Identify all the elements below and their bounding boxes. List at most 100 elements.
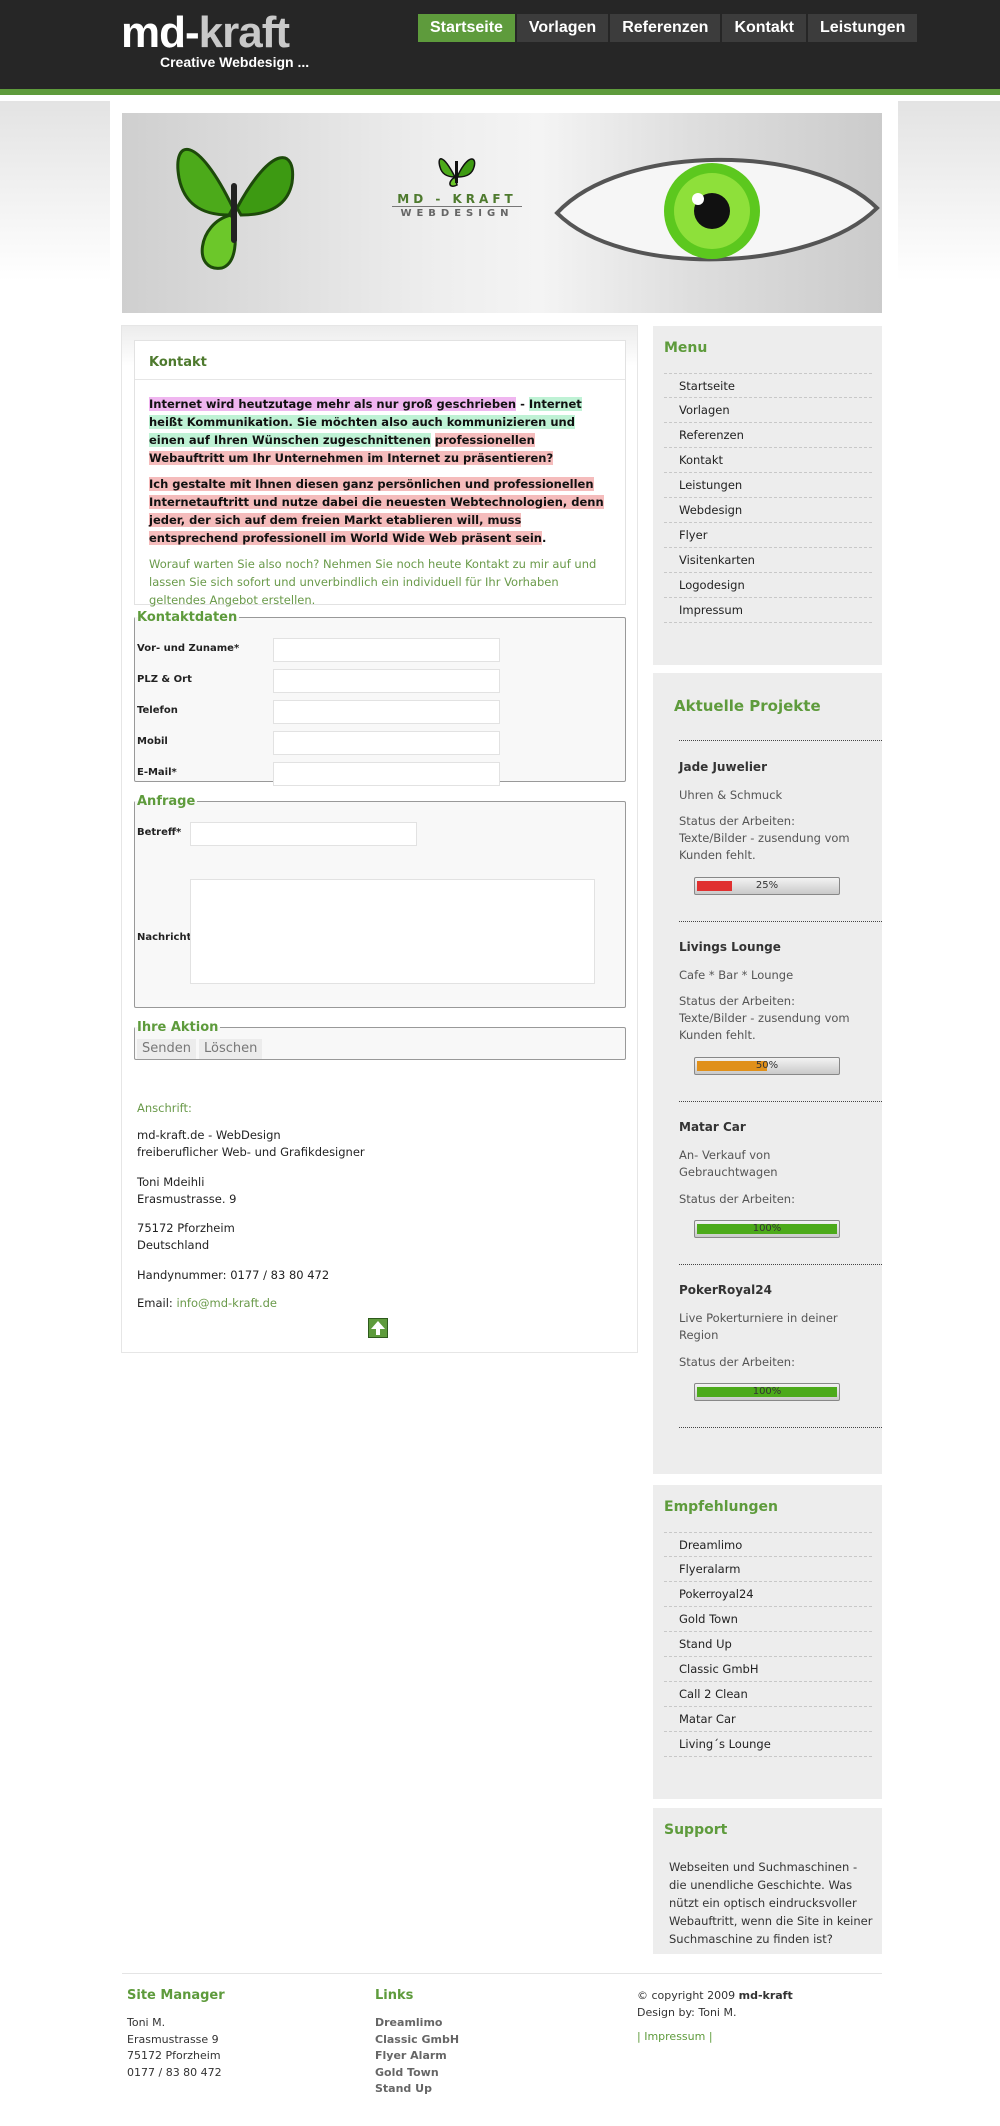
menu-item-logodesign[interactable]: Logodesign [664, 573, 872, 598]
nachricht-label: Nachricht* [137, 932, 197, 943]
menu-item-webdesign[interactable]: Webdesign [664, 498, 872, 523]
progress-percent: 25% [755, 880, 779, 891]
project-progress-bar: 50% [694, 1057, 840, 1075]
header-banner: MD - KRAFT WEBDESIGN [122, 113, 882, 313]
emp-item[interactable]: Pokerroyal24 [664, 1582, 872, 1607]
menu-item-kontakt[interactable]: Kontakt [664, 448, 872, 473]
copyright-brand: md-kraft [738, 1989, 793, 2002]
footer-impressum-link[interactable]: | Impressum | [637, 2029, 793, 2046]
telefon-input[interactable] [273, 700, 500, 724]
betreff-input[interactable] [190, 822, 417, 846]
progress-percent: 100% [752, 1386, 782, 1397]
project-progress-bar: 100% [694, 1220, 840, 1238]
footer-site-manager-title: Site Manager [127, 1988, 225, 2003]
address-heading: Anschrift: [137, 1101, 192, 1115]
back-to-top-button[interactable] [368, 1318, 388, 1338]
footer-line: 0177 / 83 80 472 [127, 2065, 222, 2079]
nav-item-vorlagen[interactable]: Vorlagen [516, 14, 609, 42]
banner-brand: MD - KRAFT WEBDESIGN [392, 192, 522, 219]
plz-ort-label: PLZ & Ort [137, 674, 192, 685]
address-line: Toni Mdeihli [137, 1175, 205, 1189]
name-input[interactable] [273, 638, 500, 662]
sidebar-empfehlungen: Empfehlungen Dreamlimo Flyeralarm Pokerr… [653, 1485, 882, 1799]
sidebar-projects: Aktuelle Projekte Jade Juwelier Uhren & … [653, 673, 882, 1474]
butterfly-image [176, 147, 295, 270]
menu-list: Startseite Vorlagen Referenzen Kontakt L… [664, 373, 872, 623]
menu-item-referenzen[interactable]: Referenzen [664, 423, 872, 448]
name-label: Vor- und Zuname* [137, 643, 240, 654]
menu-item-impressum[interactable]: Impressum [664, 598, 872, 623]
project-desc: An- Verkauf von Gebrauchtwagen [679, 1148, 778, 1179]
email-label: E-Mail* [137, 767, 177, 778]
eye-image [554, 157, 880, 262]
footer-link[interactable]: Dreamlimo [375, 2015, 459, 2032]
footer-link[interactable]: Classic GmbH [375, 2032, 459, 2049]
intro-text-segment: Ich gestalte mit Ihnen diesen ganz persö… [149, 477, 604, 545]
project-name: Matar Car [679, 1120, 746, 1134]
site-logo[interactable]: md-kraft [121, 8, 290, 58]
project-desc: Live Pokerturniere in deiner Region [679, 1311, 838, 1342]
address-email: Email: info@md-kraft.de [137, 1295, 277, 1312]
footer-line: Erasmustrasse 9 [127, 2032, 219, 2046]
menu-item-startseite[interactable]: Startseite [664, 373, 872, 398]
emp-item[interactable]: Call 2 Clean [664, 1682, 872, 1707]
project-divider [679, 1264, 882, 1265]
sidebar-support: Support Webseiten und Suchmaschinen - di… [653, 1808, 882, 1954]
email-input[interactable] [273, 762, 500, 786]
logo-accent-text: kraft [198, 8, 290, 57]
footer-link[interactable]: Flyer Alarm [375, 2048, 459, 2065]
intro-box: Kontakt Internet wird heutzutage mehr al… [134, 340, 626, 607]
title-divider [135, 379, 625, 380]
address-line: freiberuflicher Web- und Grafikdesigner [137, 1145, 365, 1159]
emp-item[interactable]: Gold Town [664, 1607, 872, 1632]
site-header: md-kraft Creative Webdesign ... Startsei… [0, 0, 1000, 95]
project-desc: Cafe * Bar * Lounge [679, 968, 794, 982]
footer-link[interactable]: Stand Up [375, 2081, 459, 2098]
project-status: Status der Arbeiten: [679, 1355, 795, 1369]
footer-link[interactable]: Gold Town [375, 2065, 459, 2082]
emp-item[interactable]: Matar Car [664, 1707, 872, 1732]
nav-item-leistungen[interactable]: Leistungen [808, 14, 918, 42]
support-text: Webseiten und Suchmaschinen - die unendl… [669, 1860, 873, 1946]
arrow-up-icon [371, 1321, 385, 1335]
menu-item-leistungen[interactable]: Leistungen [664, 473, 872, 498]
project-name: Jade Juwelier [679, 760, 767, 774]
menu-item-flyer[interactable]: Flyer [664, 523, 872, 548]
mobil-input[interactable] [273, 731, 500, 755]
plz-ort-input[interactable] [273, 669, 500, 693]
mobil-label: Mobil [137, 736, 168, 747]
email-prefix: Email: [137, 1296, 177, 1310]
progress-percent: 100% [752, 1223, 782, 1234]
emp-item[interactable]: Stand Up [664, 1632, 872, 1657]
nav-item-kontakt[interactable]: Kontakt [722, 14, 807, 42]
telefon-label: Telefon [137, 705, 178, 716]
aktion-fieldset: Ihre Aktion Senden Löschen [134, 1020, 626, 1060]
emp-item[interactable]: Living´s Lounge [664, 1732, 872, 1757]
nachricht-textarea[interactable] [190, 879, 595, 984]
nav-item-startseite[interactable]: Startseite [418, 14, 515, 42]
footer-site-manager: Toni M. Erasmustrasse 9 75172 Pforzheim … [127, 2015, 222, 2081]
project-divider [679, 1427, 882, 1428]
intro-paragraph-2: Ich gestalte mit Ihnen diesen ganz persö… [149, 475, 611, 547]
progress-percent: 50% [755, 1060, 779, 1071]
footer-line: 75172 Pforzheim [127, 2049, 221, 2062]
emp-item[interactable]: Dreamlimo [664, 1532, 872, 1557]
anfrage-fieldset: Anfrage Betreff* Nachricht* [134, 794, 626, 1008]
project-progress-bar: 100% [694, 1383, 840, 1401]
emp-item[interactable]: Classic GmbH [664, 1657, 872, 1682]
projects-title: Aktuelle Projekte [674, 697, 821, 715]
send-button[interactable]: Senden [137, 1039, 196, 1059]
menu-item-visitenkarten[interactable]: Visitenkarten [664, 548, 872, 573]
intro-text-segment: - [516, 397, 529, 411]
menu-title: Menu [664, 340, 708, 356]
nav-item-referenzen[interactable]: Referenzen [610, 14, 721, 42]
copyright-text: © copyright 2009 [637, 1989, 739, 2002]
anfrage-legend: Anfrage [137, 794, 196, 809]
reset-button[interactable]: Löschen [199, 1039, 263, 1059]
emp-item[interactable]: Flyeralarm [664, 1557, 872, 1582]
email-link[interactable]: info@md-kraft.de [176, 1296, 277, 1310]
aktion-legend: Ihre Aktion [137, 1020, 219, 1035]
empfehlungen-title: Empfehlungen [664, 1499, 778, 1515]
design-credit: Design by: Toni M. [637, 2005, 737, 2019]
menu-item-vorlagen[interactable]: Vorlagen [664, 398, 872, 423]
